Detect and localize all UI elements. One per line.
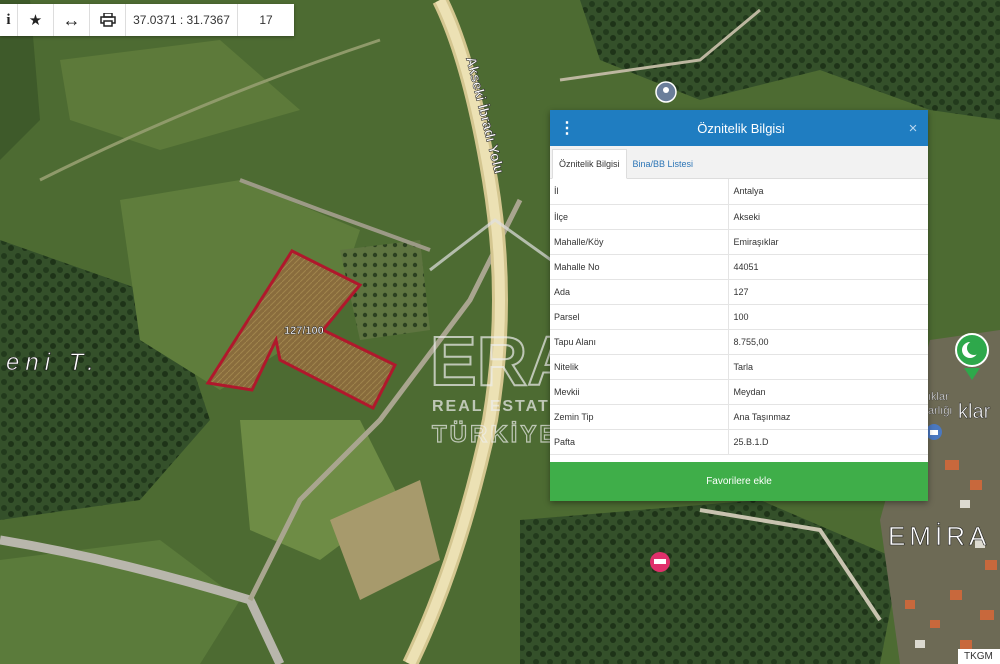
attribute-row: Ada 127 [550,279,928,305]
attribute-value: Meydan [728,379,928,405]
attribute-key: İl [550,179,729,205]
attribute-key: Mahalle No [550,254,729,280]
coordinates-readout: 37.0371 : 31.7367 [126,4,238,36]
map-attribution: TKGM [958,649,1000,664]
hotel-marker-icon[interactable] [650,552,670,572]
panel-title: Öznitelik Bilgisi [697,120,785,136]
attribute-value: Ana Taşınmaz [728,404,928,430]
measure-arrows-icon: ↔ [62,9,81,30]
attribute-key: İlçe [550,204,729,230]
attribute-value: Tarla [728,354,928,380]
favorites-button[interactable]: ★ [18,4,54,36]
map-toolbar: i ★ ↔ 37.0371 : 31.7367 17 [0,4,294,36]
place-label-right-4: arlığı [928,405,952,417]
attribute-key: Nitelik [550,354,729,380]
star-icon: ★ [28,12,43,29]
attribute-row: Mahalle/Köy Emiraşıklar [550,229,928,255]
info-icon: i [6,11,11,28]
place-label-right-2: klar [958,401,991,423]
attribute-key: Zemin Tip [550,404,729,430]
museum-marker-icon[interactable] [926,424,942,440]
attribute-row: Mevkii Meydan [550,379,928,405]
place-label-right-3: ıklar [928,391,949,403]
tab-bina-bb-listesi[interactable]: Bina/BB Listesi [627,150,700,178]
attribute-table: İl Antalya İlçe Akseki Mahalle/Köy Emiraşıkla… [550,179,928,455]
attribute-value: 25.B.1.D [728,429,928,455]
panel-header: ⋮ Öznitelik Bilgisi × [550,110,928,146]
attribute-value: 44051 [728,254,928,280]
panel-menu-button[interactable]: ⋮ [550,110,584,146]
watermark-line-2: TÜRKİYE [432,421,558,448]
tab-oznitelik-bilgisi[interactable]: Öznitelik Bilgisi [552,149,627,179]
watermark-line-1: REAL ESTATE [432,398,562,415]
attribute-row: İlçe Akseki [550,204,928,230]
attribute-panel: ⋮ Öznitelik Bilgisi × Öznitelik Bilgisi … [550,110,928,501]
parcel-label: 127/100 [284,325,324,337]
attribute-key: Mevkii [550,379,729,405]
attribute-row: Mahalle No 44051 [550,254,928,280]
panel-tabs: Öznitelik Bilgisi Bina/BB Listesi [550,146,928,179]
add-to-favorites-button[interactable]: Favorilere ekle [550,462,928,501]
attribute-value: Akseki [728,204,928,230]
attribute-key: Pafta [550,429,729,455]
measure-button[interactable]: ↔ [54,4,90,36]
place-marker-icon[interactable] [655,81,677,103]
attribute-row: Pafta 25.B.1.D [550,429,928,455]
place-label-right: EMİRA [888,521,990,551]
attribute-key: Mahalle/Köy [550,229,729,255]
panel-close-button[interactable]: × [898,120,928,137]
place-label-left: eni T. [6,349,100,376]
vertical-dots-icon: ⋮ [559,120,575,137]
close-icon: × [908,119,918,137]
attribute-value: 100 [728,304,928,330]
attribute-key: Parsel [550,304,729,330]
attribute-row: Parsel 100 [550,304,928,330]
attribute-row: Zemin Tip Ana Taşınmaz [550,404,928,430]
attribute-value: Antalya [728,179,928,205]
attribute-row: Nitelik Tarla [550,354,928,380]
attribute-value: Emiraşıklar [728,229,928,255]
attribute-key: Tapu Alanı [550,329,729,355]
printer-icon [99,13,116,27]
info-button[interactable]: i [0,4,18,36]
attribute-value: 127 [728,279,928,305]
print-button[interactable] [90,4,126,36]
zoom-level: 17 [259,13,273,27]
attribute-row: İl Antalya [550,179,928,205]
attribute-value: 8.755,00 [728,329,928,355]
attribute-row: Tapu Alanı 8.755,00 [550,329,928,355]
attribute-key: Ada [550,279,729,305]
